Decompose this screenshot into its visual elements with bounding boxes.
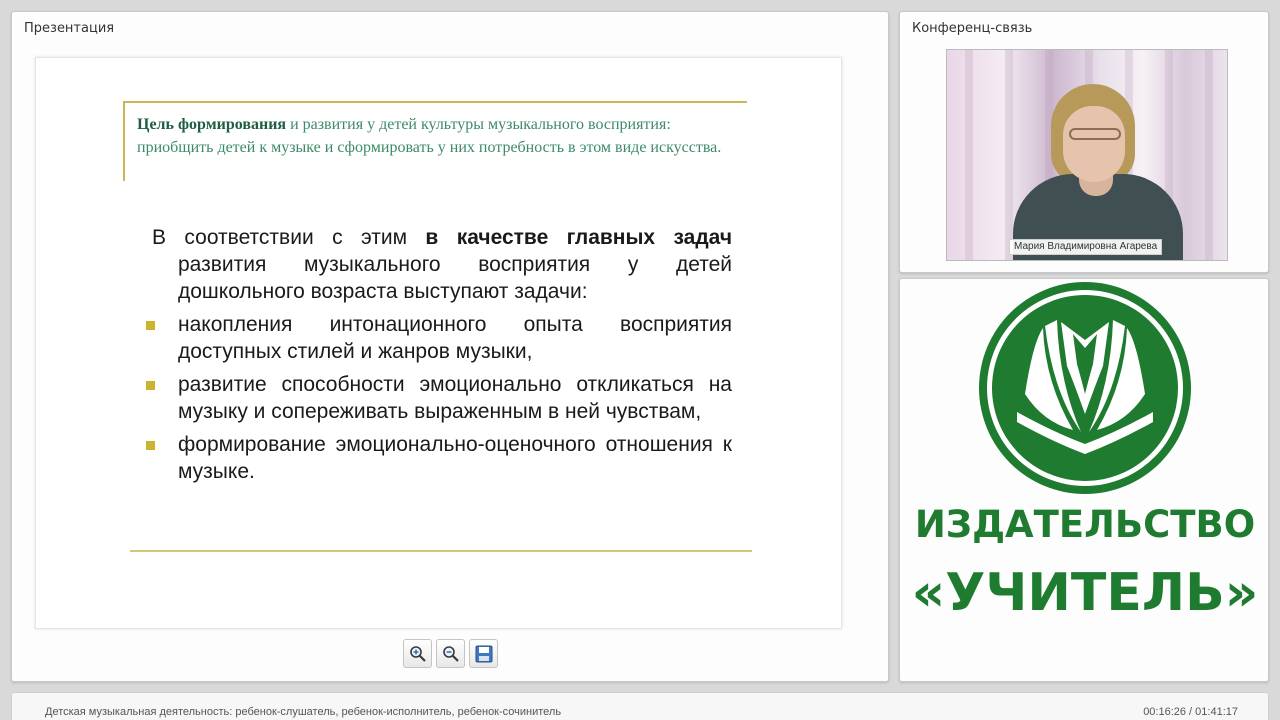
slide-bullet-list: накопления интонационного опыта восприят… [146,311,732,485]
speaker-face [1063,106,1125,182]
publisher-name-line2: «УЧИТЕЛЬ» [911,563,1259,623]
status-bar: Детская музыкальная деятельность: ребено… [11,692,1269,720]
participant-name-label: Мария Владимировна Агарева [1009,239,1163,255]
presentation-panel: Презентация Цель формирования и развития… [11,11,889,682]
slide-intro-plain: В соответствии с этим [152,226,426,249]
zoom-in-icon [409,645,426,662]
slide-bullet-text: формирование эмоционально-оценочного отн… [178,433,732,483]
slide-bullet-item: развитие способности эмоционально отклик… [146,371,732,425]
publisher-name-line1: ИЗДАТЕЛЬСТВО [914,503,1256,546]
bullet-square-icon [146,381,155,390]
presentation-slide: Цель формирования и развития у детей кул… [35,57,842,629]
slide-intro: В соответствии с этим в качестве главных… [152,224,732,305]
slide-bullet-item: накопления интонационного опыта восприят… [146,311,732,365]
bullet-square-icon [146,321,155,330]
bullet-square-icon [146,441,155,450]
conference-panel: Конференц-связь Мария Владимировна Агаре… [899,11,1269,273]
publisher-logo-icon [979,282,1191,494]
slide-body: В соответствии с этим в качестве главных… [146,224,732,491]
slide-goal-bold: Цель формирования [137,116,287,133]
presentation-panel-title: Презентация [24,21,115,36]
slide-divider [130,550,752,552]
zoom-in-button[interactable] [403,639,432,668]
playback-time: 00:16:26 / 01:41:17 [1143,706,1238,718]
slide-intro-rest: развития музыкального восприятия у детей… [178,253,732,303]
zoom-out-button[interactable] [436,639,465,668]
slide-bullet-text: развитие способности эмоционально отклик… [178,373,732,423]
save-button[interactable] [469,639,498,668]
slide-goal-text: Цель формирования и развития у детей кул… [123,101,747,181]
slide-bullet-text: накопления интонационного опыта восприят… [178,313,732,363]
slide-bullet-item: формирование эмоционально-оценочного отн… [146,431,732,485]
speaker-glasses [1069,128,1121,140]
webcam-video[interactable]: Мария Владимировна Агарева [946,49,1228,261]
slide-intro-bold: в качестве главных задач [425,226,733,249]
zoom-out-icon [442,645,459,662]
webinar-title: Детская музыкальная деятельность: ребено… [45,706,562,718]
publisher-panel: ИЗДАТЕЛЬСТВО «УЧИТЕЛЬ» [899,278,1269,682]
save-icon [475,645,492,662]
conference-panel-title: Конференц-связь [912,21,1033,36]
slide-toolbar [403,639,498,669]
